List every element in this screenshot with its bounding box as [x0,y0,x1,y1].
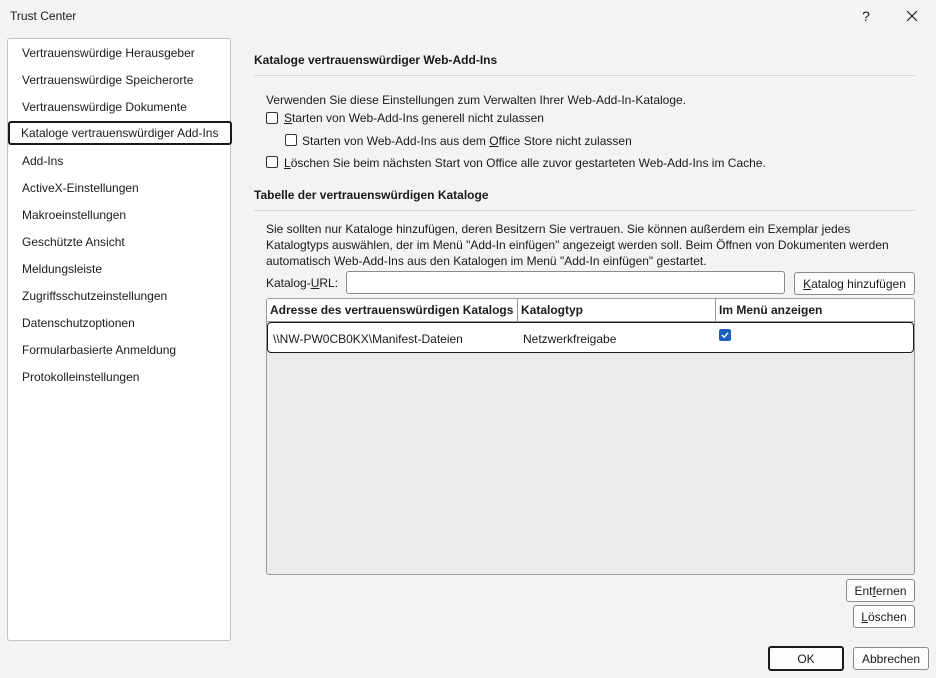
close-button[interactable] [892,0,932,32]
catalog-url-label: Katalog-URL: [266,276,339,290]
sidebar-item-privacy[interactable]: Datenschutzoptionen [9,311,231,335]
disable-office-store-label[interactable]: Starten von Web-Add-Ins aus dem Office S… [302,134,632,148]
catalogs-description: Sie sollten nur Kataloge hinzufügen, der… [266,222,889,268]
sidebar-item-trusted-locations[interactable]: Vertrauenswürdige Speicherorte [9,68,231,92]
catalog-url-input[interactable] [346,271,785,294]
ok-button[interactable]: OK [768,646,844,671]
sidebar-item-protected-view[interactable]: Geschützte Ansicht [9,230,231,254]
title-bar: Trust Center ? [0,0,936,32]
checkmark-icon [721,332,729,339]
remove-button[interactable]: Ent f ernen [846,579,915,602]
sidebar-item-activex[interactable]: ActiveX-Einstellungen [9,176,231,200]
catalog-type-cell: Netzwerkfreigabe [523,332,617,346]
table-header: Adresse des vertrauenswürdigen Katalogs … [267,299,914,322]
help-button[interactable]: ? [846,0,886,32]
column-header-type[interactable]: Katalogtyp [518,299,716,321]
intro-text: Verwenden Sie diese Einstellungen zum Ve… [266,93,687,107]
sidebar: Vertrauenswürdige Herausgeber Vertrauens… [7,38,232,641]
sidebar-item-macros[interactable]: Makroeinstellungen [9,203,231,227]
clear-button[interactable]: Löschen [853,605,915,628]
clear-cache-label[interactable]: Löschen Sie beim nächsten Start von Offi… [284,156,766,170]
disable-web-addins-label[interactable]: Starten von Web-Add-Ins generell nicht z… [284,111,544,125]
disable-web-addins-checkbox[interactable] [266,112,278,124]
add-catalog-button[interactable]: Katalog hinzufügen [794,272,915,295]
clear-cache-checkbox[interactable] [266,156,278,168]
sidebar-item-file-block[interactable]: Zugriffsschutzeinstellungen [9,284,231,308]
show-in-menu-checkbox[interactable] [719,329,731,341]
section-divider [254,75,915,76]
section-heading-trusted-catalogs-table: Tabelle der vertrauenswürdigen Kataloge [254,188,489,202]
catalog-address-cell: \\NW-PW0CB0KX\Manifest-Dateien [273,332,463,346]
sidebar-item-trusted-addin-catalogs[interactable]: Kataloge vertrauenswürdiger Add-Ins [8,121,232,145]
column-header-show-in-menu[interactable]: Im Menü anzeigen [716,299,914,321]
sidebar-item-addins[interactable]: Add-Ins [9,149,231,173]
disable-office-store-checkbox[interactable] [285,134,297,146]
column-header-address[interactable]: Adresse des vertrauenswürdigen Katalogs [267,299,518,321]
sidebar-item-message-bar[interactable]: Meldungsleiste [9,257,231,281]
cancel-button[interactable]: Abbrechen [853,647,929,670]
sidebar-item-trusted-documents[interactable]: Vertrauenswürdige Dokumente [9,95,231,119]
table-row[interactable]: \\NW-PW0CB0KX\Manifest-Dateien Netzwerkf… [267,322,914,353]
sidebar-item-form-login[interactable]: Formularbasierte Anmeldung [9,338,231,362]
window-title: Trust Center [10,9,77,23]
section-divider [254,210,915,211]
section-heading-web-addin-catalogs: Kataloge vertrauenswürdiger Web-Add-Ins [254,53,498,67]
help-icon: ? [862,8,870,24]
catalogs-table: Adresse des vertrauenswürdigen Katalogs … [266,298,915,575]
sidebar-item-trusted-publishers[interactable]: Vertrauenswürdige Herausgeber [9,41,231,65]
sidebar-item-logging[interactable]: Protokolleinstellungen [9,365,231,389]
close-icon [906,10,918,22]
